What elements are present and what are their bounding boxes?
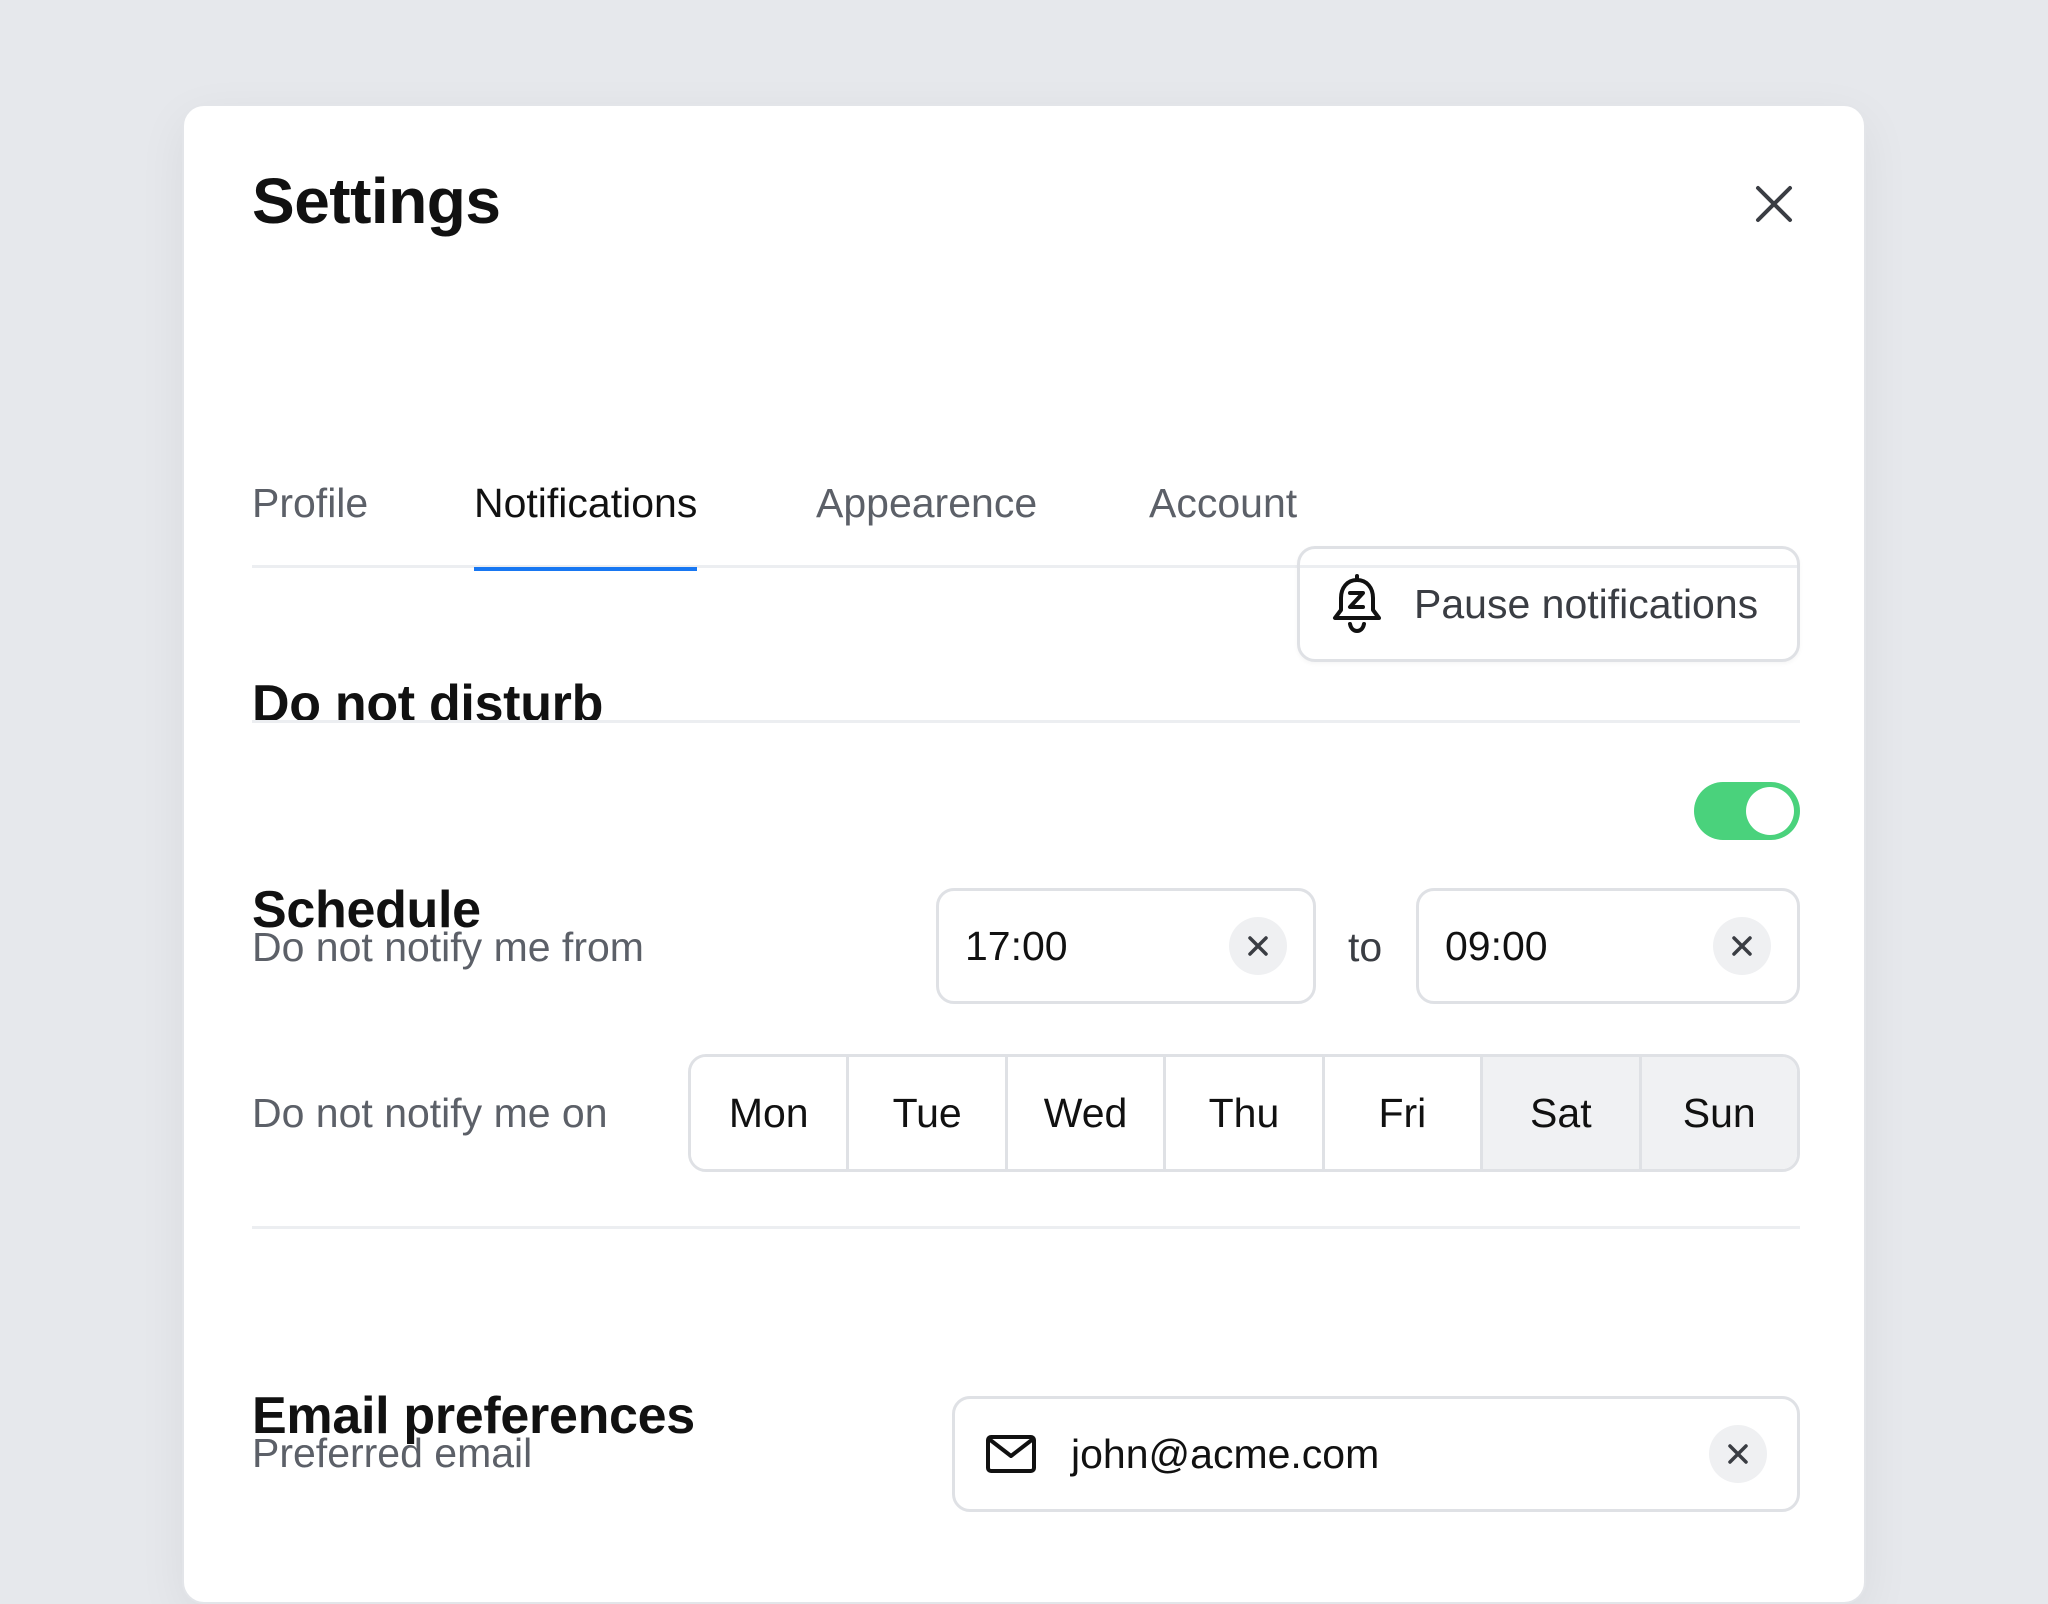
day-tue[interactable]: Tue: [849, 1057, 1007, 1169]
tab-notifications[interactable]: Notifications: [474, 480, 697, 568]
schedule-toggle[interactable]: [1694, 782, 1800, 840]
close-button[interactable]: [1744, 174, 1804, 234]
day-sat[interactable]: Sat: [1483, 1057, 1641, 1169]
dialog-title: Settings: [252, 164, 500, 238]
clear-from-time-button[interactable]: [1229, 917, 1287, 975]
mail-icon: [985, 1434, 1037, 1474]
clear-icon: [1247, 935, 1269, 957]
tab-profile[interactable]: Profile: [252, 480, 368, 568]
pause-notifications-button[interactable]: Pause notifications: [1297, 546, 1800, 662]
tab-appearence[interactable]: Appearence: [816, 480, 1037, 568]
day-mon[interactable]: Mon: [691, 1057, 849, 1169]
bell-snooze-icon: [1330, 574, 1384, 634]
toggle-knob: [1746, 787, 1794, 835]
preferred-email-input[interactable]: john@acme.com: [952, 1396, 1800, 1512]
settings-dialog: Settings Profile Notifications Appearenc…: [182, 104, 1866, 1604]
day-sun[interactable]: Sun: [1642, 1057, 1797, 1169]
to-time-input[interactable]: 09:00: [1416, 888, 1800, 1004]
clear-icon: [1731, 935, 1753, 957]
from-time-value: 17:00: [965, 923, 1068, 970]
clear-email-button[interactable]: [1709, 1425, 1767, 1483]
clear-icon: [1727, 1443, 1749, 1465]
pause-notifications-label: Pause notifications: [1414, 581, 1758, 628]
divider: [252, 1226, 1800, 1229]
day-thu[interactable]: Thu: [1166, 1057, 1324, 1169]
divider: [252, 720, 1800, 723]
from-time-input[interactable]: 17:00: [936, 888, 1316, 1004]
to-time-value: 09:00: [1445, 923, 1548, 970]
close-icon: [1754, 184, 1794, 224]
preferred-email-label: Preferred email: [252, 1430, 532, 1477]
preferred-email-value: john@acme.com: [1071, 1431, 1379, 1478]
tab-account[interactable]: Account: [1149, 480, 1297, 568]
day-wed[interactable]: Wed: [1008, 1057, 1166, 1169]
day-fri[interactable]: Fri: [1325, 1057, 1483, 1169]
dnd-title: Do not disturb: [252, 674, 603, 734]
day-selector: Mon Tue Wed Thu Fri Sat Sun: [688, 1054, 1800, 1172]
days-label: Do not notify me on: [252, 1090, 608, 1137]
from-label: Do not notify me from: [252, 924, 644, 971]
clear-to-time-button[interactable]: [1713, 917, 1771, 975]
to-label: to: [1348, 924, 1382, 971]
